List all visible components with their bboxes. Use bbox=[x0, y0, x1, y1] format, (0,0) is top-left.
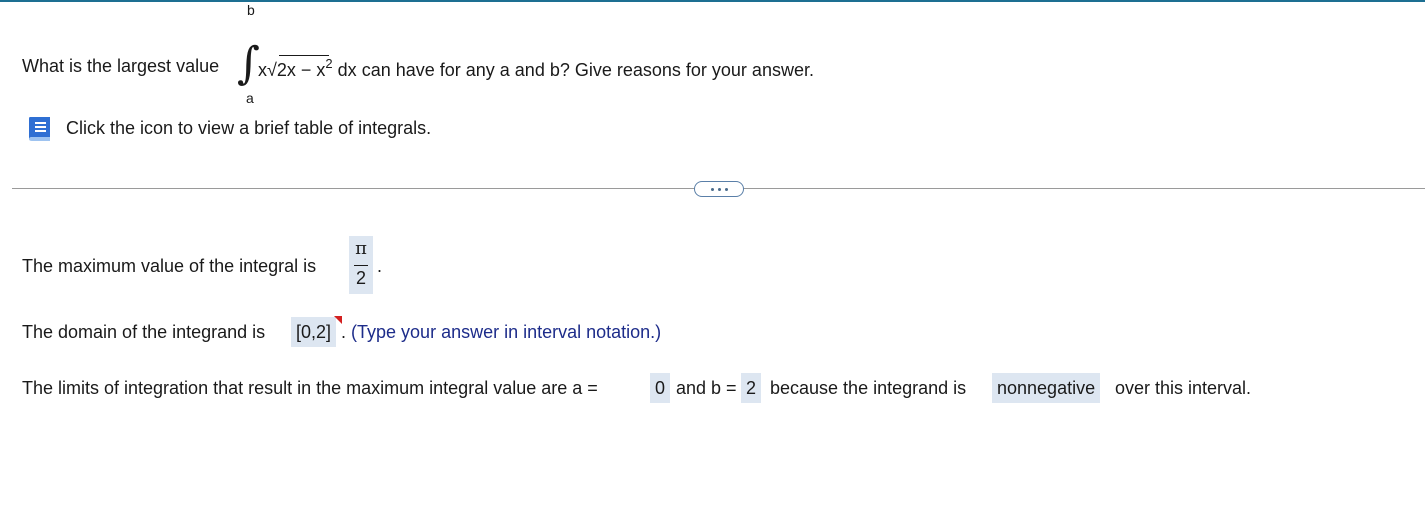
a-answer[interactable]: 0 bbox=[650, 373, 671, 403]
question-prefix: What is the largest value bbox=[22, 56, 220, 76]
domain-period: . bbox=[341, 322, 347, 342]
integral-upper-limit: b bbox=[247, 2, 255, 18]
because-label: because the integrand is bbox=[770, 378, 967, 398]
and-b-label: and b = bbox=[676, 378, 737, 398]
integrand-x: x bbox=[258, 60, 267, 80]
top-border bbox=[0, 0, 1425, 2]
help-text: Click the icon to view a brief table of … bbox=[66, 117, 432, 138]
domain-answer[interactable]: [0,2] bbox=[291, 317, 337, 347]
book-icon[interactable] bbox=[24, 113, 54, 143]
domain-label: The domain of the integrand is bbox=[22, 322, 266, 342]
sqrt-bar bbox=[279, 55, 329, 56]
differential: dx bbox=[337, 60, 357, 80]
sqrt-exponent: 2 bbox=[325, 56, 333, 71]
integral-lower-limit: a bbox=[246, 90, 254, 106]
integrand: x√ 2x − x2 dx can have for any a and b? G… bbox=[258, 55, 814, 81]
b-answer[interactable]: 2 bbox=[741, 373, 762, 403]
max-value-label: The maximum value of the integral is bbox=[22, 256, 317, 276]
limits-tail: over this interval. bbox=[1115, 378, 1252, 398]
sqrt-symbol: √ bbox=[267, 60, 277, 80]
max-value-answer[interactable]: π 2 bbox=[349, 236, 373, 294]
fraction-bar bbox=[354, 265, 368, 266]
integral-sign: ∫ bbox=[237, 38, 260, 89]
domain-after: . (Type your answer in interval notation… bbox=[341, 322, 661, 343]
question-line: What is the largest value bbox=[22, 56, 219, 77]
sqrt-content: 2x − x bbox=[276, 60, 326, 80]
reason-answer[interactable]: nonnegative bbox=[992, 373, 1101, 403]
fraction-denominator: 2 bbox=[355, 268, 366, 288]
ellipsis-icon[interactable] bbox=[694, 181, 744, 197]
limits-label: The limits of integration that result in… bbox=[22, 378, 598, 398]
help-row: Click the icon to view a brief table of … bbox=[24, 113, 431, 143]
domain-hint: (Type your answer in interval notation.) bbox=[351, 322, 662, 342]
fraction-numerator: π bbox=[355, 238, 367, 259]
sqrt-expression: √ 2x − x2 bbox=[267, 55, 333, 81]
max-value-period: . bbox=[377, 256, 383, 276]
question-suffix: can have for any a and b? Give reasons f… bbox=[361, 60, 814, 80]
